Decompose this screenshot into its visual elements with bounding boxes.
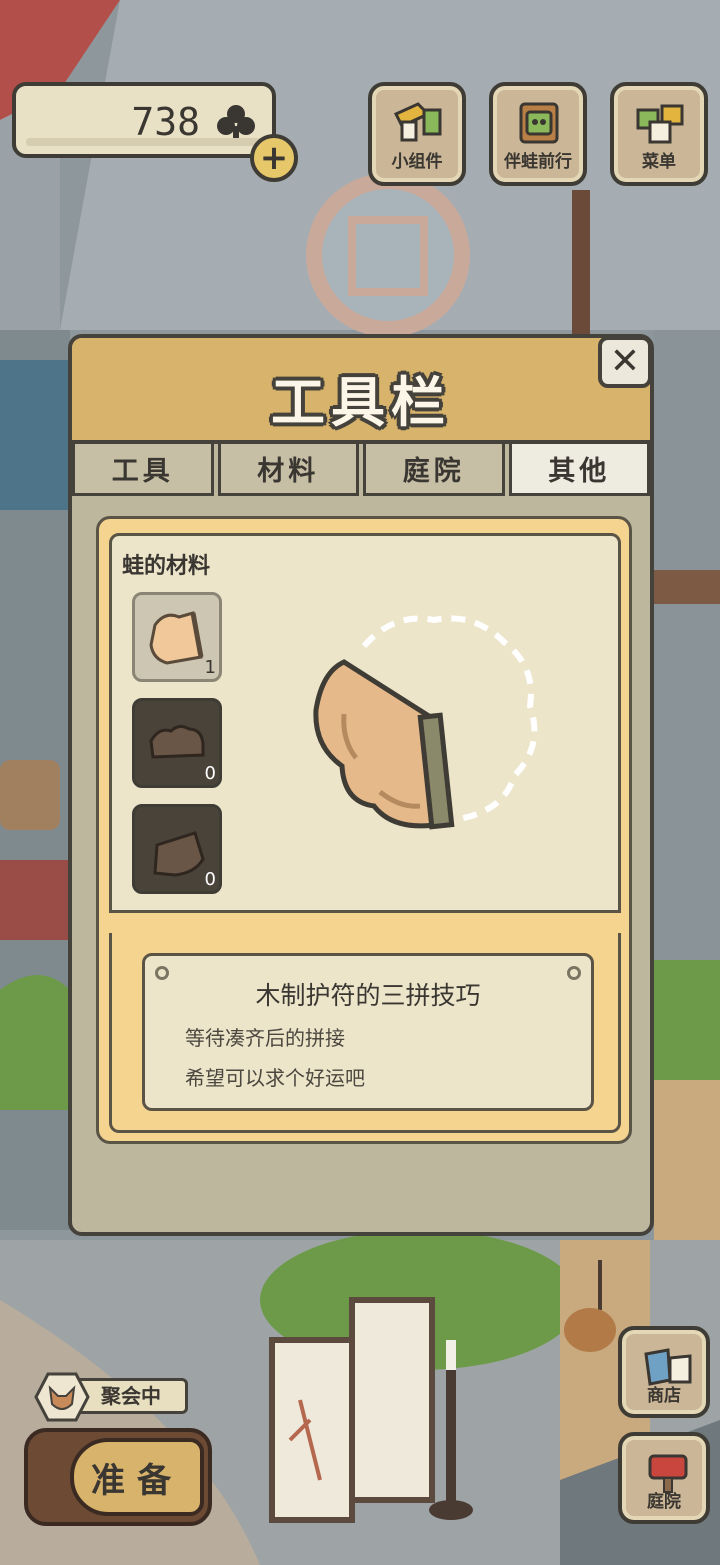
close-icon: ✕ [609,341,641,382]
item-title: 木制护符的三拼技巧 [255,981,481,1010]
item-qty-3: 0 [204,869,216,890]
close-button[interactable]: ✕ [598,336,652,388]
counter-track [26,138,262,146]
frog-journey-button[interactable]: 伴蛙前行 [489,82,587,186]
clover-counter: 738 [12,82,276,158]
ready-label: 准备 [70,1438,204,1516]
modal-header: 工具栏 [72,338,650,444]
frog-journey-label: 伴蛙前行 [504,152,572,172]
tab-tools[interactable]: 工具 [72,444,214,496]
party-status[interactable]: 聚会中 [34,1372,190,1422]
wood-piece-3-icon [153,831,205,877]
widget-icon [393,102,442,142]
widget-label: 小组件 [391,152,443,172]
photo-album-icon [519,102,559,144]
item-qty-1: 1 [204,657,216,678]
tab-bar: 工具 材料 庭院 其他 [72,444,650,496]
garden-button[interactable]: 庭院 [618,1432,710,1524]
menu-button[interactable]: 菜单 [610,82,708,186]
ready-button[interactable]: 准备 [24,1428,212,1526]
item-description-line-1: 等待凑齐后的拼接 [185,1026,345,1050]
item-description-line-2: 希望可以求个好运吧 [185,1066,365,1090]
item-slot-2[interactable]: 0 [132,698,222,788]
menu-label: 菜单 [642,152,676,172]
item-slot-3[interactable]: 0 [132,804,222,894]
description-box: 木制护符的三拼技巧 等待凑齐后的拼接 希望可以求个好运吧 [142,953,594,1111]
materials-section: 蛙的材料 1 0 0 [109,533,621,913]
garden-label: 庭院 [647,1492,681,1512]
menu-cards-icon [636,104,684,144]
toolbar-modal: 工具栏 工具 材料 庭院 其他 蛙的材料 1 0 0 木制护符的三拼技巧 等待凑… [68,334,654,1236]
tab-materials[interactable]: 材料 [217,444,359,496]
add-clover-button[interactable]: + [250,134,298,182]
shop-label: 商店 [647,1386,681,1406]
item-qty-2: 0 [204,763,216,784]
widget-button[interactable]: 小组件 [368,82,466,186]
shop-button[interactable]: 商店 [618,1326,710,1418]
item-slot-1[interactable]: 1 [132,592,222,682]
modal-title: 工具栏 [271,371,451,434]
tab-garden[interactable]: 庭院 [363,444,505,496]
tab-other[interactable]: 其他 [508,444,650,496]
wood-piece-2-icon [149,724,205,759]
section-title: 蛙的材料 [122,554,211,579]
wooden-charm-piece-icon [313,615,538,830]
description-section: 木制护符的三拼技巧 等待凑齐后的拼接 希望可以求个好运吧 [109,933,621,1133]
fox-icon [34,1372,90,1422]
plus-icon: + [259,138,289,178]
wood-piece-1-icon [149,611,204,665]
content-panel: 蛙的材料 1 0 0 木制护符的三拼技巧 等待凑齐后的拼接 希望可以求个好运吧 [96,516,632,1144]
